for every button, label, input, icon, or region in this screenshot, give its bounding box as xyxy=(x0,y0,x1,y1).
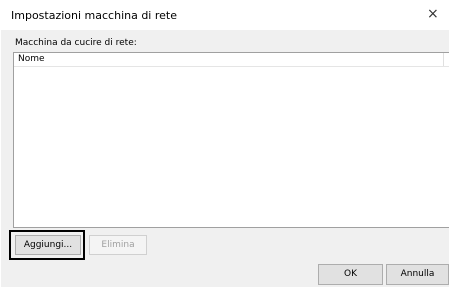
list-body[interactable] xyxy=(14,67,449,227)
column-header-name[interactable]: Nome xyxy=(18,54,45,64)
window-title: Impostazioni macchina di rete xyxy=(11,9,177,22)
close-icon[interactable]: × xyxy=(427,0,449,30)
list-header: Nome xyxy=(14,53,449,67)
cancel-button[interactable]: Annulla xyxy=(386,264,449,285)
network-machine-list[interactable]: Nome xyxy=(13,52,449,228)
column-divider[interactable] xyxy=(443,53,444,66)
ok-button[interactable]: OK xyxy=(318,264,383,285)
delete-button: Elimina xyxy=(89,235,147,255)
network-machine-settings-dialog: Impostazioni macchina di rete × Macchina… xyxy=(0,0,449,287)
title-bar: Impostazioni macchina di rete × xyxy=(0,0,449,30)
add-button[interactable]: Aggiungi... xyxy=(15,235,81,255)
machine-list-label: Macchina da cucire di rete: xyxy=(15,38,137,48)
